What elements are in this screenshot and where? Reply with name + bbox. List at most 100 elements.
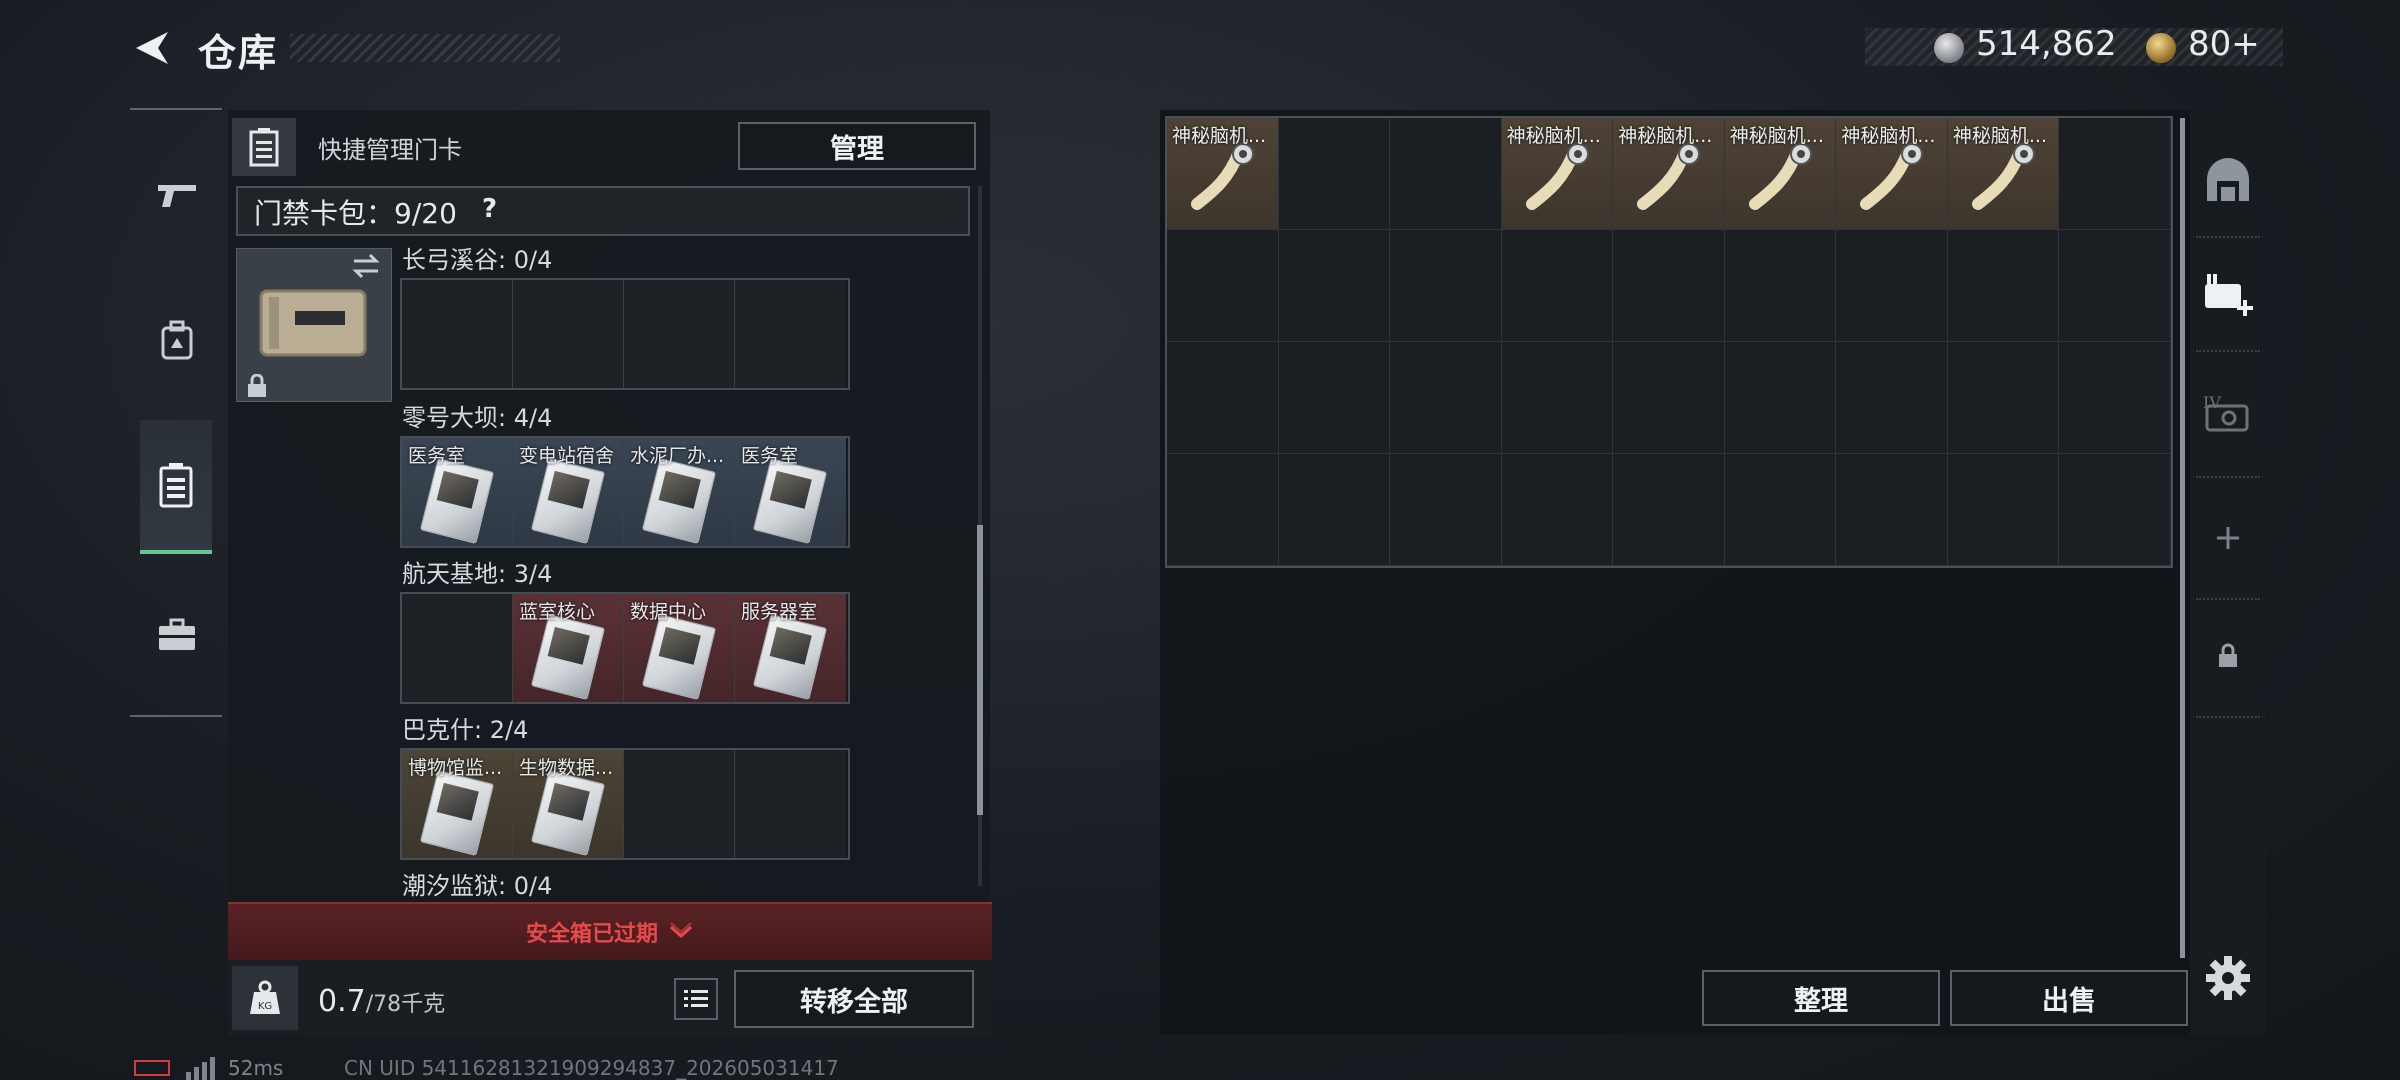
signal-icon: [186, 1057, 215, 1080]
storage-cell[interactable]: [1613, 454, 1725, 566]
storage-cell[interactable]: [1947, 342, 2060, 454]
keycard-name: 数据中心: [630, 601, 707, 623]
keycard-slot[interactable]: 医务室: [402, 438, 513, 546]
empty-keycard-slot[interactable]: [513, 280, 624, 388]
list-view-button[interactable]: [674, 978, 718, 1020]
tab-backpack[interactable]: [142, 305, 212, 375]
empty-keycard-slot[interactable]: [735, 750, 846, 858]
tab-weapons[interactable]: [142, 160, 212, 230]
keycard-holder-icon: [259, 289, 367, 357]
manage-button[interactable]: 管理: [738, 122, 976, 170]
storage-cell[interactable]: [1836, 230, 1948, 342]
tab-keycards[interactable]: [140, 420, 212, 554]
keycard-slot[interactable]: 数据中心: [624, 594, 735, 702]
keycard-slot[interactable]: 服务器室: [735, 594, 846, 702]
empty-keycard-slot[interactable]: [624, 750, 735, 858]
storage-cell[interactable]: [1167, 230, 1279, 342]
storage-cell[interactable]: [1390, 342, 1502, 454]
storage-cell[interactable]: [2059, 230, 2171, 342]
keycard-slot[interactable]: 蓝室核心: [513, 594, 624, 702]
brain-chip-icon: [1971, 143, 2035, 210]
keycard-slot[interactable]: 变电站宿舍: [513, 438, 624, 546]
keycard-slot[interactable]: 医务室: [735, 438, 846, 546]
title-decoration: [290, 34, 560, 62]
storage-warehouse-button[interactable]: [2196, 148, 2260, 212]
keycard-slot[interactable]: 生物数据...: [513, 750, 624, 858]
keycard-slot[interactable]: 博物馆监...: [402, 750, 513, 858]
keycard-scrollbar-thumb[interactable]: [977, 525, 983, 815]
storage-cell[interactable]: [1278, 342, 1391, 454]
add-storage-page-button[interactable]: [2196, 262, 2260, 326]
brain-chip-icon: [1748, 143, 1812, 210]
storage-page-4-button[interactable]: IV: [2196, 382, 2260, 446]
tab-cases[interactable]: [142, 600, 212, 670]
storage-item[interactable]: 神秘脑机...: [1836, 118, 1948, 230]
add-button[interactable]: [2196, 506, 2260, 570]
keycard-icon: [752, 458, 828, 544]
storage-grid: 神秘脑机... 神秘脑机... 神秘脑机... 神秘脑机... 神秘脑机... 神秘脑机.…: [1165, 116, 2173, 568]
storage-cell[interactable]: [1947, 230, 2060, 342]
keycard-slot[interactable]: 水泥厂办...: [624, 438, 735, 546]
storage-cell[interactable]: [1167, 342, 1279, 454]
keycard-icon: [419, 458, 495, 544]
storage-item[interactable]: 神秘脑机...: [1501, 118, 1614, 230]
storage-cell[interactable]: [1613, 230, 1725, 342]
storage-cell[interactable]: [1501, 342, 1614, 454]
storage-cell[interactable]: [1278, 454, 1391, 566]
keycard-name: 服务器室: [741, 601, 818, 623]
keycard-icon: [641, 614, 717, 700]
storage-cell[interactable]: [1501, 230, 1614, 342]
empty-keycard-slot[interactable]: [624, 280, 735, 388]
keycard-slot-row: 博物馆监... 生物数据...: [400, 748, 850, 860]
storage-cell[interactable]: [2059, 118, 2171, 230]
safebox-expired-banner[interactable]: 安全箱已过期: [228, 902, 992, 960]
storage-cell[interactable]: [1390, 454, 1502, 566]
storage-item[interactable]: 神秘脑机...: [1167, 118, 1279, 230]
storage-cell[interactable]: [1724, 454, 1837, 566]
storage-item[interactable]: 神秘脑机...: [1947, 118, 2060, 230]
keycard-icon: [530, 614, 606, 700]
storage-scrollbar[interactable]: [2180, 118, 2185, 958]
storage-cell[interactable]: [1836, 454, 1948, 566]
storage-cell[interactable]: [1278, 230, 1391, 342]
storage-cell[interactable]: [2059, 454, 2171, 566]
gold-balance[interactable]: 80+: [2188, 24, 2260, 64]
storage-cell[interactable]: [2059, 342, 2171, 454]
rail-divider: [2196, 598, 2260, 600]
help-button[interactable]: ?: [482, 194, 497, 224]
transfer-all-button[interactable]: 转移全部: [734, 970, 974, 1028]
swap-icon[interactable]: [350, 252, 382, 280]
storage-cell[interactable]: [1278, 118, 1391, 230]
storage-cell[interactable]: [1501, 454, 1614, 566]
storage-cell[interactable]: [1390, 230, 1502, 342]
plus-icon: [2217, 527, 2239, 549]
keycard-header-icon: [232, 118, 296, 176]
storage-cell[interactable]: [1390, 118, 1502, 230]
storage-cell[interactable]: [1724, 230, 1837, 342]
storage-item[interactable]: 神秘脑机...: [1724, 118, 1837, 230]
storage-cell[interactable]: [1724, 342, 1837, 454]
storage-cell[interactable]: [1613, 342, 1725, 454]
item-name: 神秘脑机...: [1841, 125, 1936, 147]
warehouse-icon: [2207, 158, 2249, 201]
storage-cell[interactable]: [1167, 454, 1279, 566]
item-name: 神秘脑机...: [1172, 125, 1267, 147]
lock-icon: [2219, 643, 2237, 667]
empty-keycard-slot[interactable]: [402, 594, 513, 702]
storage-cell[interactable]: [1947, 454, 2060, 566]
empty-keycard-slot[interactable]: [735, 280, 846, 388]
empty-keycard-slot[interactable]: [402, 280, 513, 388]
add-page-icon: [2205, 274, 2253, 316]
locked-slot-button[interactable]: [2196, 624, 2260, 688]
category-tab-rail: [130, 108, 222, 717]
back-arrow-icon[interactable]: [128, 28, 176, 68]
storage-cell[interactable]: [1836, 342, 1948, 454]
region-label: 巴克什: 2/4: [402, 716, 529, 744]
keycard-icon: [752, 614, 828, 700]
gear-icon[interactable]: [2204, 954, 2252, 1002]
weight-readout: 0.7/78千克: [318, 984, 445, 1019]
brain-chip-icon: [1525, 143, 1589, 210]
sort-button[interactable]: 整理: [1702, 970, 1940, 1026]
storage-item[interactable]: 神秘脑机...: [1613, 118, 1725, 230]
sell-button[interactable]: 出售: [1950, 970, 2188, 1026]
